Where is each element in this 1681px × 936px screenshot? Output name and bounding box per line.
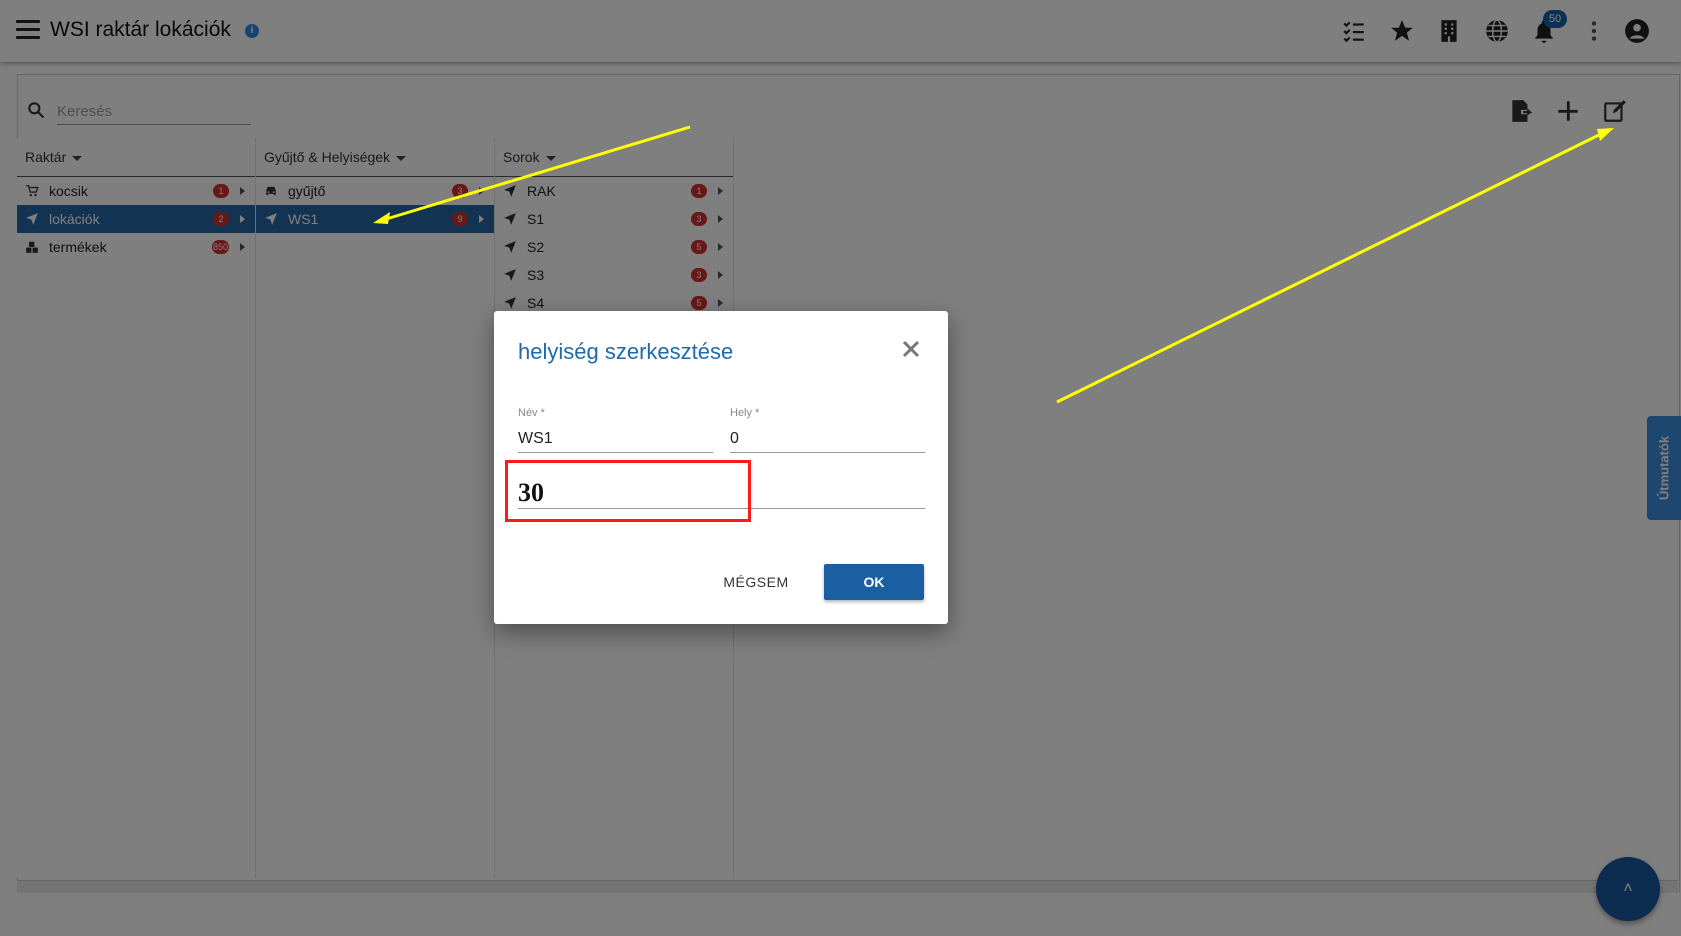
name-field-label: Név *	[518, 407, 545, 419]
name-field[interactable]	[518, 426, 713, 453]
dialog-title: helyiség szerkesztése	[518, 339, 734, 364]
place-field-label: Hely *	[730, 407, 760, 419]
place-field[interactable]	[730, 426, 925, 453]
edit-room-dialog: helyiség szerkesztése Név * Hely * MÉGSE…	[494, 311, 948, 624]
ok-button[interactable]: OK	[824, 564, 924, 600]
close-icon[interactable]	[899, 337, 923, 361]
annotation-highlight-box	[505, 460, 751, 522]
cancel-button[interactable]: MÉGSEM	[713, 564, 799, 600]
